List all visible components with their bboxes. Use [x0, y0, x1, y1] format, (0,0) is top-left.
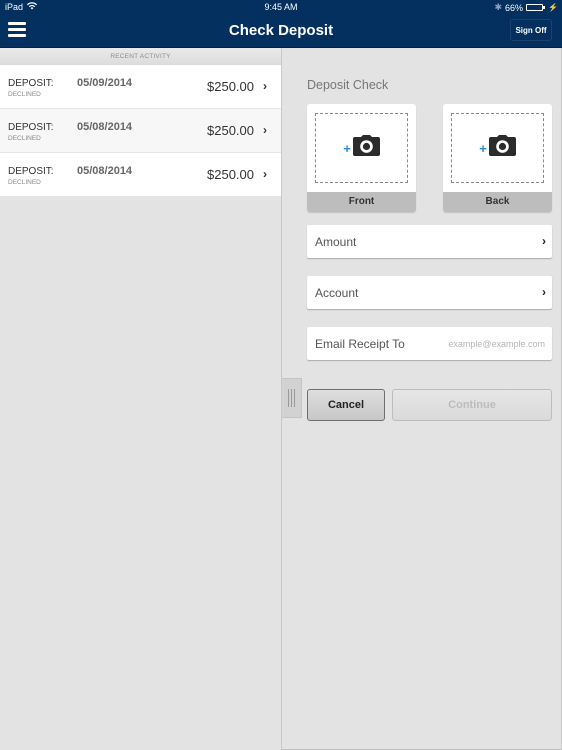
- activity-date: 05/08/2014: [77, 165, 133, 177]
- split-view-drag-handle[interactable]: [282, 378, 302, 418]
- activity-amount: $250.00: [207, 123, 254, 138]
- plus-icon: +: [479, 140, 487, 156]
- activity-row[interactable]: DEPOSIT: DECLINED 05/08/2014 $250.00 ›: [0, 109, 281, 153]
- activity-date: 05/08/2014: [77, 121, 133, 133]
- chevron-right-icon: ›: [263, 123, 267, 137]
- chevron-right-icon: ›: [263, 79, 267, 93]
- battery-percent: 66%: [505, 2, 524, 13]
- continue-button[interactable]: Continue: [392, 389, 552, 421]
- page-title: Check Deposit: [228, 22, 334, 39]
- back-photo-button[interactable]: + Back: [443, 104, 552, 212]
- activity-row[interactable]: DEPOSIT: DECLINED 05/08/2014 $250.00 ›: [0, 153, 281, 197]
- status-time: 9:45 AM: [264, 2, 298, 12]
- camera-icon: [352, 135, 380, 161]
- front-photo-button[interactable]: + Front: [307, 104, 416, 212]
- battery-icon: [526, 4, 546, 11]
- front-photo-area: +: [315, 113, 408, 183]
- activity-date: 05/09/2014: [77, 77, 133, 89]
- activity-status: DECLINED: [8, 135, 41, 142]
- account-field[interactable]: Account ›: [307, 276, 552, 309]
- back-label: Back: [443, 192, 552, 212]
- recent-activity-panel: RECENT ACTIVITY DEPOSIT: DECLINED 05/09/…: [0, 48, 281, 750]
- email-receipt-label: Email Receipt To: [315, 337, 405, 351]
- bluetooth-icon: ✱: [494, 2, 503, 12]
- chevron-right-icon: ›: [542, 234, 546, 248]
- activity-type: DEPOSIT:: [8, 78, 54, 89]
- amount-label: Amount: [315, 235, 357, 249]
- email-placeholder[interactable]: example@example.com: [448, 339, 545, 349]
- activity-amount: $250.00: [207, 167, 254, 182]
- front-label: Front: [307, 192, 416, 212]
- deposit-check-panel: Deposit Check + Front + Back Amount › Ac…: [281, 48, 562, 750]
- activity-type: DEPOSIT:: [8, 122, 54, 133]
- amount-field[interactable]: Amount ›: [307, 225, 552, 258]
- chevron-right-icon: ›: [263, 167, 267, 181]
- activity-status: DECLINED: [8, 179, 41, 186]
- status-bar: iPad 9:45 AM ✱ 66% ⚡: [0, 0, 562, 14]
- camera-icon: [488, 135, 516, 161]
- charging-icon: ⚡: [548, 3, 558, 12]
- activity-row[interactable]: DEPOSIT: DECLINED 05/09/2014 $250.00 ›: [0, 65, 281, 109]
- cancel-button[interactable]: Cancel: [307, 389, 385, 421]
- back-photo-area: +: [451, 113, 544, 183]
- chevron-right-icon: ›: [542, 285, 546, 299]
- email-receipt-field[interactable]: Email Receipt To example@example.com: [307, 327, 552, 360]
- navigation-bar: Check Deposit Sign Off: [0, 14, 562, 48]
- activity-list: DEPOSIT: DECLINED 05/09/2014 $250.00 › D…: [0, 65, 281, 197]
- recent-activity-header: RECENT ACTIVITY: [0, 48, 281, 65]
- activity-amount: $250.00: [207, 79, 254, 94]
- plus-icon: +: [343, 140, 351, 156]
- deposit-check-title: Deposit Check: [307, 78, 389, 92]
- activity-status: DECLINED: [8, 91, 41, 98]
- sign-off-button[interactable]: Sign Off: [510, 19, 552, 41]
- status-right: ✱ 66% ⚡: [494, 2, 558, 13]
- account-label: Account: [315, 286, 359, 300]
- activity-type: DEPOSIT:: [8, 166, 54, 177]
